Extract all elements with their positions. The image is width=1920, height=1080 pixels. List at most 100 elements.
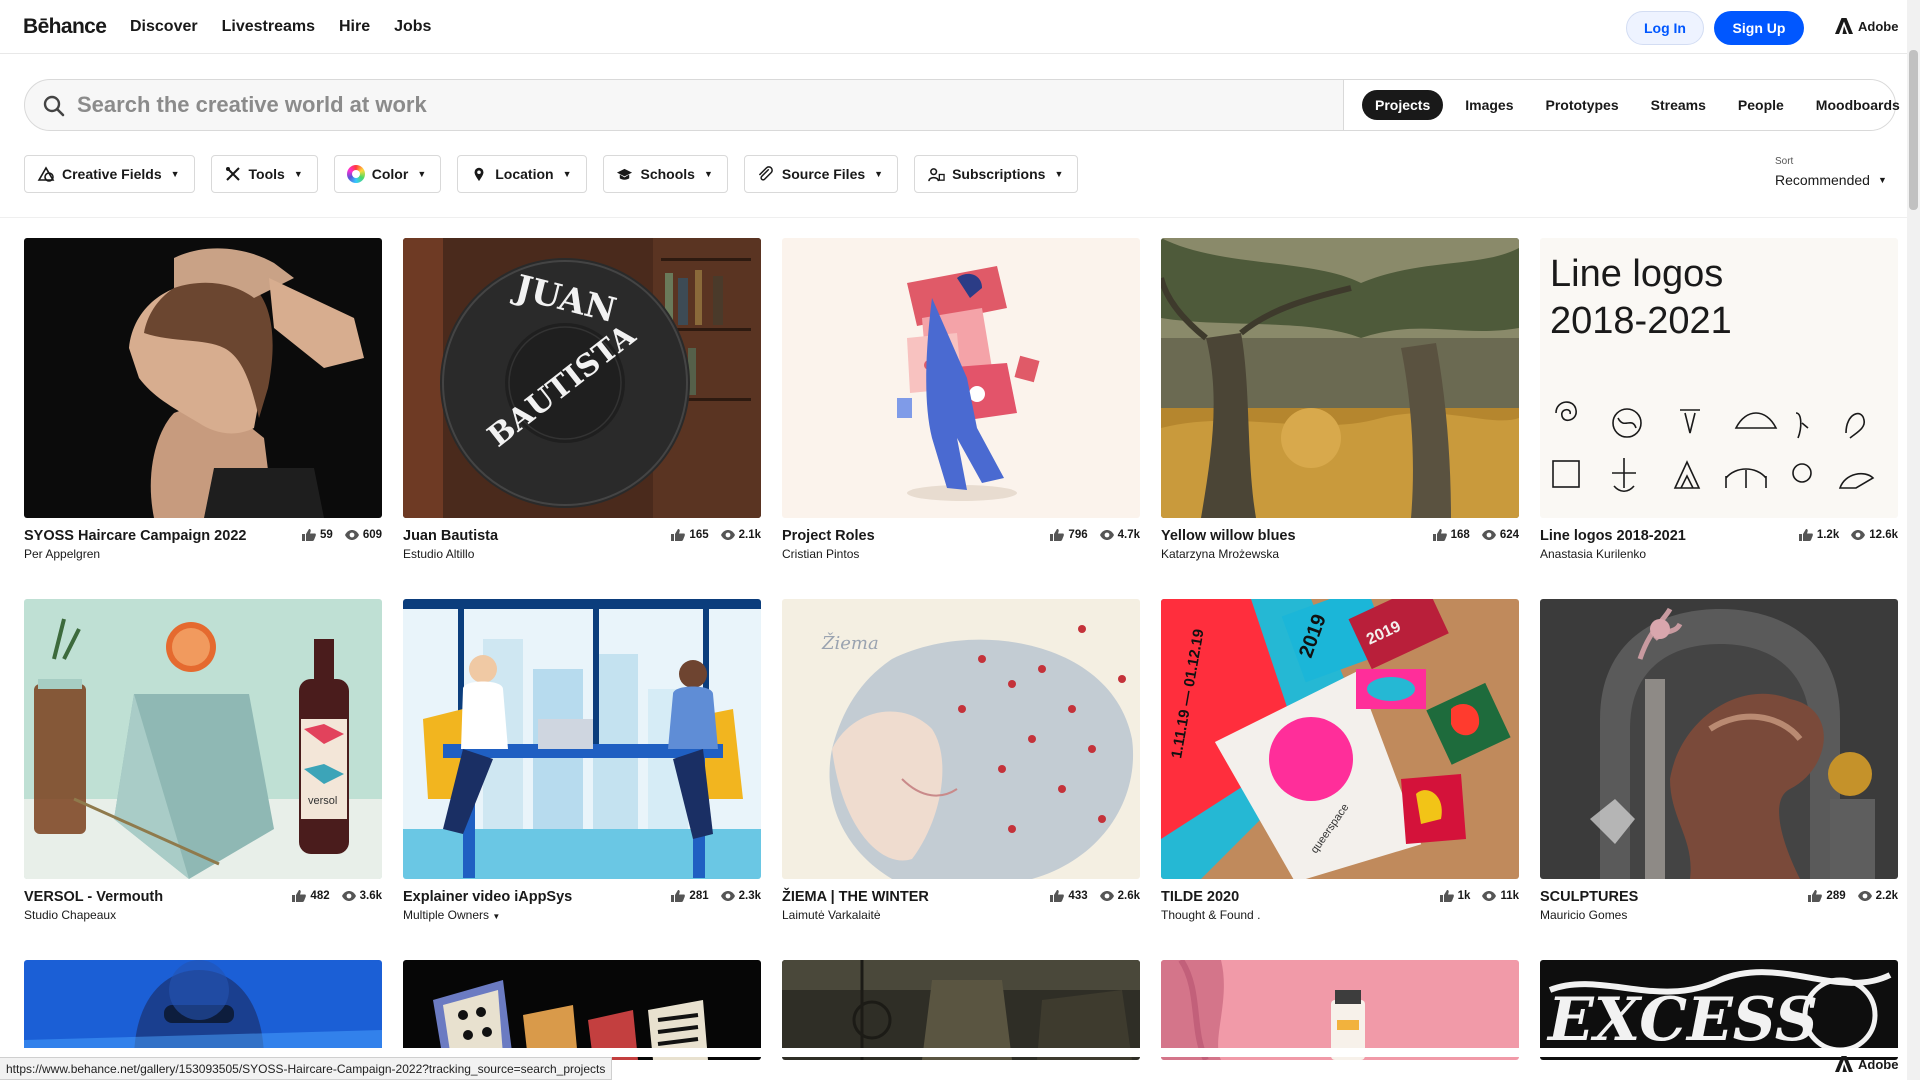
viewport-edge — [0, 1048, 1907, 1057]
filter-color[interactable]: Color ▼ — [333, 155, 442, 193]
nav-link-jobs[interactable]: Jobs — [394, 18, 431, 36]
project-card[interactable]: SCULPTURES Mauricio Gomes 289 2.2k — [1540, 599, 1898, 933]
nav-link-discover[interactable]: Discover — [130, 18, 198, 36]
project-thumbnail[interactable]: JUAN BAUTISTA — [403, 238, 761, 518]
color-wheel-icon — [346, 165, 365, 183]
signup-button[interactable]: Sign Up — [1714, 11, 1804, 45]
project-card[interactable] — [24, 960, 382, 1060]
project-thumbnail[interactable] — [782, 238, 1140, 518]
project-meta: VERSOL - Vermouth Studio Chapeaux 482 3.… — [24, 889, 382, 933]
project-owner[interactable]: Studio Chapeaux — [24, 908, 382, 922]
thumbs-up-icon — [1798, 529, 1813, 541]
project-meta: Project Roles Cristian Pintos 796 4.7k — [782, 528, 1140, 572]
tab-images[interactable]: Images — [1449, 90, 1529, 120]
nav-link-hire[interactable]: Hire — [339, 18, 370, 36]
project-card[interactable]: versol VERSOL - Vermouth Studio Chapeaux… — [24, 599, 382, 933]
filter-label: Subscriptions — [952, 166, 1046, 182]
project-thumbnail[interactable] — [1161, 238, 1519, 518]
thumb-heading-line1: Line logos — [1550, 253, 1723, 295]
project-stats: 482 3.6k — [292, 890, 382, 902]
project-card[interactable] — [782, 960, 1140, 1060]
filter-label: Tools — [248, 166, 285, 182]
project-card[interactable]: Line logos 2018-2021 Line logos 2018-2021… — [1540, 238, 1898, 572]
sort-dropdown[interactable]: Sort Recommended ▼ — [1775, 156, 1887, 188]
filter-source-files[interactable]: Source Files ▼ — [743, 155, 899, 193]
project-meta: SYOSS Haircare Campaign 2022 Per Appelgr… — [24, 528, 382, 572]
project-stats: 168 624 — [1432, 529, 1519, 541]
project-owner[interactable]: Per Appelgren — [24, 547, 382, 561]
view-count: 3.6k — [359, 890, 382, 902]
project-thumbnail[interactable] — [403, 960, 761, 1060]
eye-icon — [720, 530, 735, 540]
like-count: 482 — [310, 890, 330, 902]
filter-schools[interactable]: Schools ▼ — [602, 155, 728, 193]
view-count: 609 — [362, 529, 382, 541]
tab-projects[interactable]: Projects — [1362, 90, 1444, 120]
project-card[interactable]: Project Roles Cristian Pintos 796 4.7k — [782, 238, 1140, 572]
project-thumbnail[interactable]: Line logos 2018-2021 — [1540, 238, 1898, 518]
project-card[interactable] — [403, 960, 761, 1060]
tab-people[interactable]: People — [1722, 90, 1800, 120]
thumbs-up-icon — [1808, 890, 1823, 902]
project-meta: TILDE 2020 Thought & Found . 1k 11k — [1161, 889, 1519, 933]
view-count: 2.1k — [738, 529, 761, 541]
project-thumbnail[interactable] — [1540, 599, 1898, 879]
project-owner[interactable]: Laimutė Varkalaitė — [782, 908, 1140, 922]
chevron-down-icon: ▼ — [703, 169, 713, 179]
behance-logo[interactable]: Bēhance — [23, 15, 107, 39]
project-thumbnail[interactable]: versol — [24, 599, 382, 879]
tab-streams[interactable]: Streams — [1635, 90, 1722, 120]
filter-tools[interactable]: Tools ▼ — [210, 155, 318, 193]
project-thumbnail[interactable]: EXCESS — [1540, 960, 1898, 1060]
view-count: 2.6k — [1117, 890, 1140, 902]
project-owner[interactable]: Estudio Altillo — [403, 547, 761, 561]
project-card[interactable]: SYOSS Haircare Campaign 2022 Per Appelgr… — [24, 238, 382, 572]
project-owner[interactable]: Anastasia Kurilenko — [1540, 547, 1898, 561]
adobe-link[interactable]: Adobe — [1835, 18, 1898, 34]
tab-prototypes[interactable]: Prototypes — [1530, 90, 1635, 120]
project-card[interactable]: JUAN BAUTISTA Juan Bautista Estudio Altil… — [403, 238, 761, 572]
project-thumbnail[interactable] — [1161, 960, 1519, 1060]
chevron-down-icon: ▼ — [562, 169, 572, 179]
login-button[interactable]: Log In — [1626, 11, 1704, 45]
thumbs-up-icon — [671, 529, 686, 541]
search-input[interactable] — [77, 88, 1327, 122]
eye-icon — [1857, 891, 1872, 901]
search-icon — [43, 95, 65, 117]
project-thumbnail[interactable]: Žiema — [782, 599, 1140, 879]
nav-link-livestreams[interactable]: Livestreams — [222, 18, 315, 36]
project-owner[interactable]: Multiple Owners — [403, 908, 489, 922]
project-card[interactable] — [1161, 960, 1519, 1060]
project-card[interactable]: Yellow willow blues Katarzyna Mrożewska … — [1161, 238, 1519, 572]
project-owner[interactable]: Cristian Pintos — [782, 547, 1140, 561]
chevron-down-icon[interactable]: ▼ — [492, 912, 500, 921]
tools-icon — [224, 165, 242, 183]
project-thumbnail[interactable] — [782, 960, 1140, 1060]
scrollbar-thumb[interactable] — [1909, 50, 1918, 210]
project-thumbnail[interactable] — [24, 238, 382, 518]
project-card[interactable]: Explainer video iAppSys Multiple Owners … — [403, 599, 761, 933]
project-thumbnail[interactable] — [24, 960, 382, 1060]
filter-subscriptions[interactable]: Subscriptions ▼ — [914, 155, 1079, 193]
project-stats: 165 2.1k — [671, 529, 761, 541]
filter-location[interactable]: Location ▼ — [457, 155, 587, 193]
chevron-down-icon: ▼ — [417, 169, 427, 179]
footer-adobe-link[interactable]: Adobe — [1835, 1056, 1898, 1072]
tab-moodboards[interactable]: Moodboards — [1800, 90, 1916, 120]
filter-label: Location — [495, 166, 554, 182]
project-card[interactable]: 2019 2019 1.11.19 — 01.12.19 queerspace TIL… — [1161, 599, 1519, 933]
project-card[interactable]: EXCESS — [1540, 960, 1898, 1060]
project-owner[interactable]: Mauricio Gomes — [1540, 908, 1898, 922]
like-count: 289 — [1826, 890, 1846, 902]
project-owner[interactable]: Thought & Found . — [1161, 908, 1519, 922]
project-owner[interactable]: Katarzyna Mrożewska — [1161, 547, 1519, 561]
sort-value: Recommended — [1775, 172, 1870, 188]
sort-label: Sort — [1775, 156, 1794, 167]
project-card[interactable]: Žiema ŽIEMA | THE WINTER Laimutė Varkala… — [782, 599, 1140, 933]
filter-creative-fields[interactable]: Creative Fields ▼ — [24, 155, 195, 193]
adobe-logo-icon — [1835, 18, 1853, 34]
project-thumbnail[interactable] — [403, 599, 761, 879]
project-thumbnail[interactable]: 2019 2019 1.11.19 — 01.12.19 queerspace — [1161, 599, 1519, 879]
like-count: 433 — [1068, 890, 1088, 902]
project-stats: 281 2.3k — [671, 890, 761, 902]
